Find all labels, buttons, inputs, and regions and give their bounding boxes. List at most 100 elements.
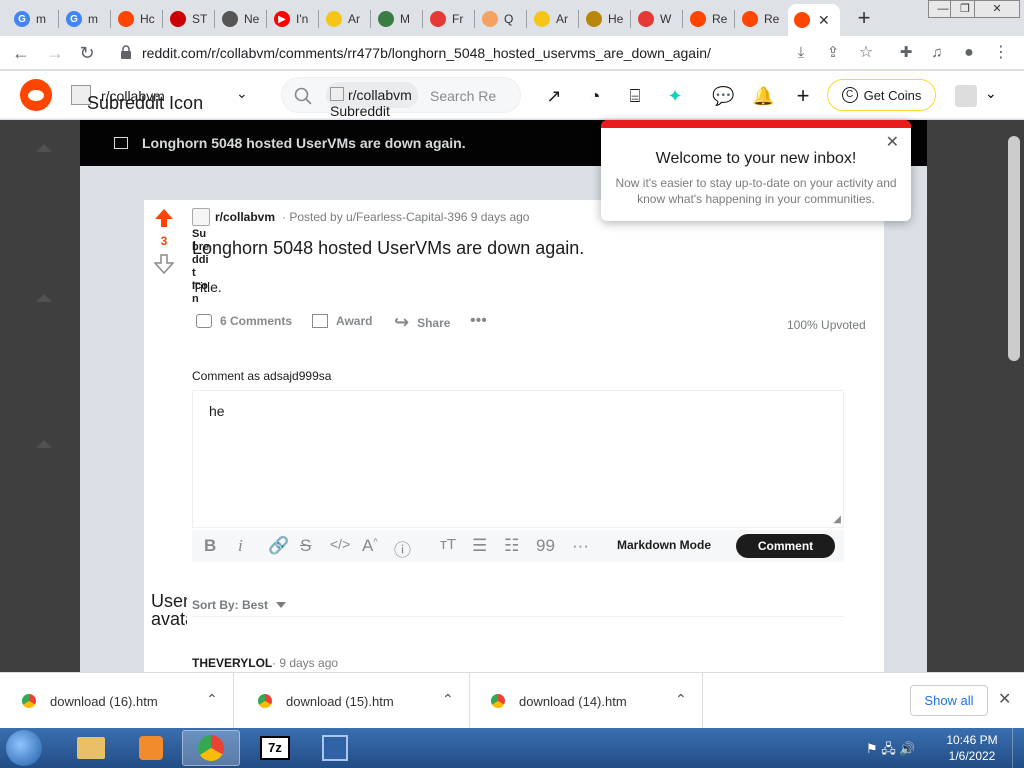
get-coins-button[interactable]: C Get Coins bbox=[827, 79, 936, 111]
search-input[interactable]: Search Re bbox=[430, 88, 496, 104]
popular-icon[interactable]: ↗ bbox=[543, 85, 565, 107]
comment-author[interactable]: THEVERYLOL bbox=[192, 656, 272, 670]
extensions-icon[interactable]: ✚ bbox=[895, 42, 917, 64]
download-page-icon[interactable]: ⤓ bbox=[790, 42, 812, 64]
post-subreddit-link[interactable]: r/collabvm bbox=[215, 210, 275, 224]
all-icon[interactable]: ◔ bbox=[584, 85, 606, 107]
bookmark-star-icon[interactable]: ☆ bbox=[855, 42, 877, 64]
post-byline[interactable]: · Posted by u/Fearless-Capital-396 9 day… bbox=[282, 210, 529, 224]
strikethrough-icon[interactable]: S bbox=[300, 536, 311, 556]
media-player-taskbar-button[interactable] bbox=[122, 730, 180, 766]
italic-icon[interactable]: i bbox=[238, 536, 243, 556]
show-all-button[interactable]: Show all bbox=[910, 685, 988, 716]
upvote-icon[interactable] bbox=[154, 208, 174, 228]
explorer-taskbar-button[interactable] bbox=[62, 730, 120, 766]
tab-15[interactable]: Re bbox=[736, 6, 784, 32]
resize-handle-icon[interactable]: ◢ bbox=[833, 514, 841, 525]
user-avatar-alt: User avatar bbox=[151, 592, 187, 629]
tab-label: Re bbox=[712, 12, 728, 26]
user-avatar[interactable] bbox=[955, 85, 977, 107]
sort-by-dropdown[interactable]: Sort By: Best bbox=[192, 598, 287, 612]
download-item-3[interactable]: download (14).htm ⌃ bbox=[469, 673, 703, 729]
heading-icon[interactable]: ᴛT bbox=[440, 536, 456, 553]
more-format-icon[interactable]: ··· bbox=[572, 536, 589, 556]
chevron-up-icon[interactable]: ⌃ bbox=[675, 691, 687, 708]
tab-favicon-icon bbox=[690, 11, 706, 27]
clock-date[interactable]: 1/6/2022 bbox=[940, 749, 1004, 763]
user-menu-chevron-icon[interactable]: ⌄ bbox=[985, 85, 997, 102]
inbox-welcome-popup: ✕ Welcome to your new inbox! Now it's ea… bbox=[601, 120, 911, 221]
search-box[interactable]: r/collabvm Subreddit Search Re bbox=[281, 77, 521, 119]
more-options-icon[interactable]: ••• bbox=[470, 312, 487, 330]
tab-active[interactable]: ✕ bbox=[788, 4, 840, 36]
tab-6[interactable]: ▶ I'n bbox=[268, 6, 316, 32]
close-window-button[interactable]: ✕ bbox=[974, 0, 1020, 18]
superscript-icon[interactable]: A^ bbox=[362, 536, 378, 556]
7zip-taskbar-button[interactable]: 7z bbox=[246, 730, 304, 766]
share-button[interactable]: ↪ Share bbox=[394, 312, 450, 333]
link-icon[interactable]: 🔗 bbox=[268, 536, 289, 556]
tab-5[interactable]: Ne bbox=[216, 6, 264, 32]
chrome-menu-icon[interactable]: ⋮ bbox=[990, 42, 1012, 64]
chrome-file-icon bbox=[22, 694, 36, 708]
tab-1[interactable]: Gm bbox=[8, 6, 56, 32]
quote-block-icon[interactable]: 99 bbox=[536, 536, 555, 556]
chat-icon[interactable]: 💬 bbox=[712, 85, 734, 107]
tab-11[interactable]: Ar bbox=[528, 6, 576, 32]
url-text[interactable]: reddit.com/r/collabvm/comments/rr477b/lo… bbox=[142, 45, 711, 61]
bold-icon[interactable]: B bbox=[204, 536, 216, 556]
download-item-2[interactable]: download (15).htm ⌃ bbox=[236, 673, 470, 729]
chevron-down-icon[interactable]: ⌄ bbox=[236, 85, 248, 102]
tab-separator bbox=[474, 10, 475, 28]
award-button[interactable]: Award bbox=[312, 314, 372, 328]
tab-14[interactable]: Re bbox=[684, 6, 732, 32]
spoiler-icon[interactable]: ⓘ bbox=[394, 536, 411, 561]
comment-text: he bbox=[209, 403, 225, 419]
notification-bell-icon[interactable]: 🔔 bbox=[752, 85, 774, 107]
tab-3[interactable]: Hc bbox=[112, 6, 160, 32]
close-download-shelf-icon[interactable]: ✕ bbox=[998, 689, 1011, 709]
download-item-1[interactable]: download (16).htm ⌃ bbox=[0, 673, 234, 729]
post-subreddit-icon[interactable] bbox=[192, 208, 210, 226]
comment-textarea[interactable]: he ◢ bbox=[192, 390, 844, 528]
show-desktop-button[interactable] bbox=[1012, 728, 1024, 768]
coin-icon[interactable]: ✦ bbox=[664, 85, 686, 107]
comments-button[interactable]: 6 Comments bbox=[196, 314, 292, 328]
tab-4[interactable]: ST bbox=[164, 6, 212, 32]
page-scrollbar[interactable] bbox=[1008, 136, 1020, 361]
tab-10[interactable]: Q bbox=[476, 6, 524, 32]
reload-icon[interactable]: ↻ bbox=[76, 42, 98, 64]
tab-13[interactable]: W bbox=[632, 6, 680, 32]
markdown-mode-button[interactable]: Markdown Mode bbox=[617, 538, 711, 552]
popup-close-icon[interactable]: ✕ bbox=[886, 132, 899, 152]
new-tab-button[interactable]: + bbox=[852, 7, 876, 31]
start-button[interactable] bbox=[6, 730, 42, 766]
inline-code-icon[interactable]: </> bbox=[330, 536, 350, 552]
tab-label: I'n bbox=[296, 12, 309, 26]
forward-icon[interactable]: → bbox=[44, 42, 66, 64]
rpan-icon[interactable]: ⌸ bbox=[624, 85, 646, 107]
virtualbox-taskbar-button[interactable] bbox=[306, 730, 364, 766]
tray-icons[interactable]: ⚑ 🖧 🔊 bbox=[866, 740, 916, 762]
bulleted-list-icon[interactable]: ☰ bbox=[472, 536, 487, 556]
tab-12[interactable]: He bbox=[580, 6, 628, 32]
numbered-list-icon[interactable]: ☷ bbox=[504, 536, 519, 556]
tab-2[interactable]: Gm bbox=[60, 6, 108, 32]
chevron-up-icon[interactable]: ⌃ bbox=[206, 691, 218, 708]
clock-time[interactable]: 10:46 PM bbox=[940, 733, 1004, 747]
create-post-icon[interactable]: + bbox=[792, 85, 814, 107]
tab-7[interactable]: Ar bbox=[320, 6, 368, 32]
tab-close-icon[interactable]: ✕ bbox=[818, 12, 830, 29]
reddit-logo-icon[interactable] bbox=[20, 79, 52, 111]
profile-icon[interactable]: ● bbox=[958, 42, 980, 64]
back-icon[interactable]: ← bbox=[10, 42, 32, 64]
comment-submit-button[interactable]: Comment bbox=[736, 534, 835, 558]
lock-icon bbox=[121, 45, 131, 59]
tab-9[interactable]: Fr bbox=[424, 6, 472, 32]
chrome-taskbar-button[interactable] bbox=[182, 730, 240, 766]
media-icon[interactable]: ♫ bbox=[926, 42, 948, 64]
downvote-icon[interactable] bbox=[154, 254, 174, 274]
share-page-icon[interactable]: ⇪ bbox=[822, 42, 844, 64]
chevron-up-icon[interactable]: ⌃ bbox=[442, 691, 454, 708]
tab-8[interactable]: M bbox=[372, 6, 420, 32]
